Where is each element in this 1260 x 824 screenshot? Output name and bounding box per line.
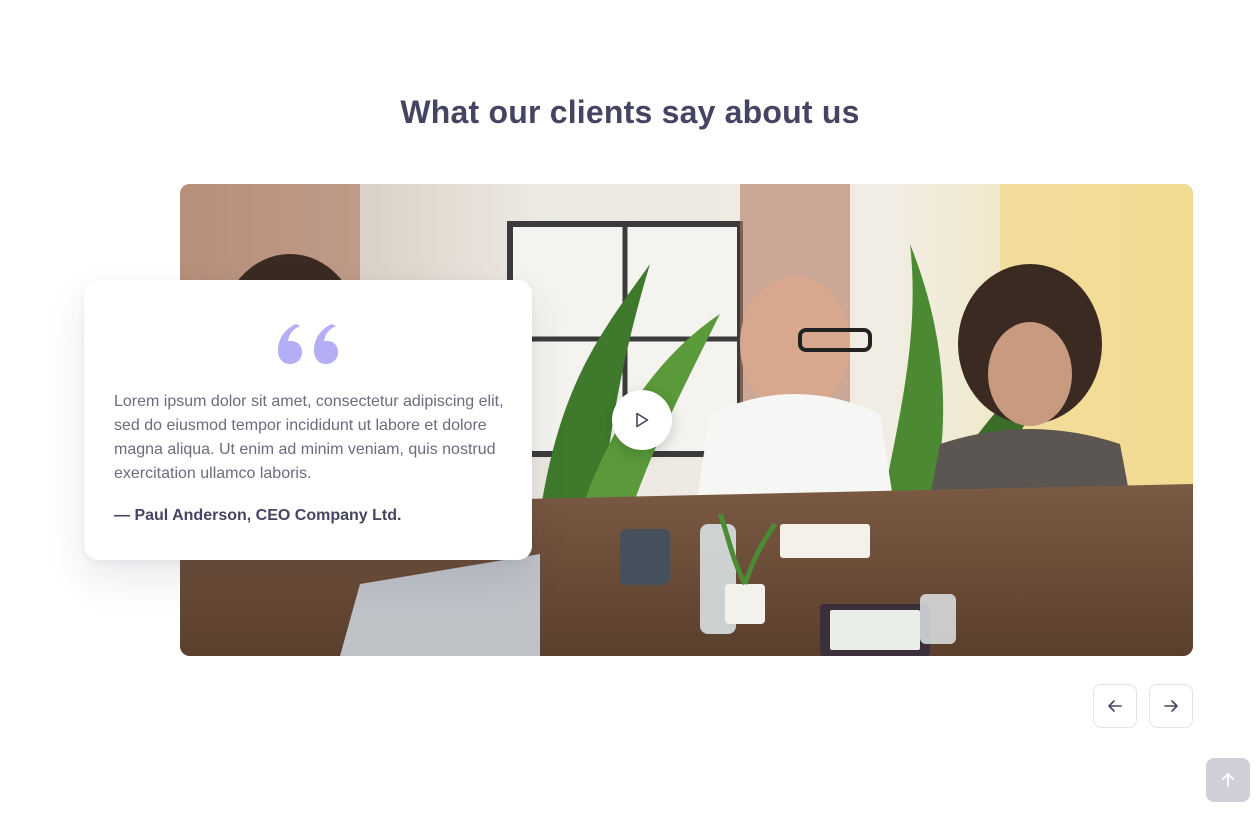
testimonial-author: — Paul Anderson, CEO Company Ltd. [114, 507, 402, 524]
arrow-up-icon [1222, 773, 1234, 787]
arrow-left-icon [1108, 700, 1122, 712]
play-icon [636, 412, 649, 428]
play-video-button[interactable] [612, 390, 672, 450]
testimonials-section: What our clients say about us Lorem ipsu… [0, 0, 1260, 824]
scroll-to-top-button[interactable] [1206, 758, 1250, 802]
carousel-prev-button[interactable] [1093, 684, 1137, 728]
quote-mark-icon [278, 324, 338, 364]
carousel-next-button[interactable] [1149, 684, 1193, 728]
section-title: What our clients say about us [400, 94, 860, 130]
testimonial-card: Lorem ipsum dolor sit amet, consectetur … [84, 280, 532, 560]
testimonial-quote: Lorem ipsum dolor sit amet, consectetur … [114, 393, 504, 482]
arrow-right-icon [1164, 700, 1178, 712]
